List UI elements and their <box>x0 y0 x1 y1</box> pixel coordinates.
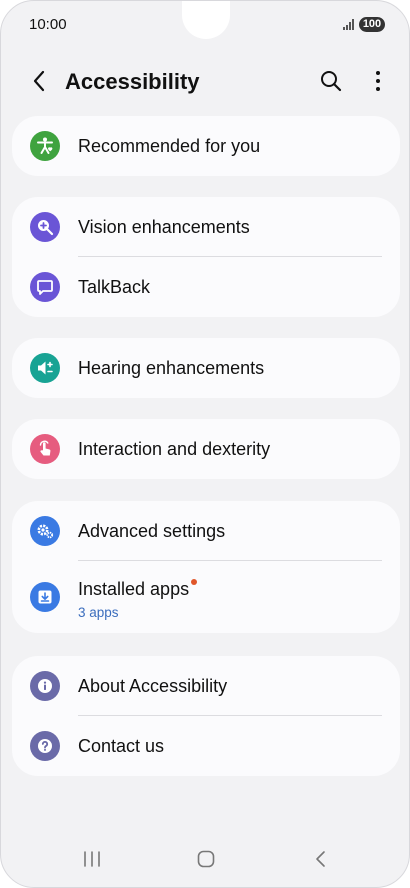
card-interaction: Interaction and dexterity <box>12 419 400 479</box>
menu-item-talkback[interactable]: TalkBack <box>12 257 400 317</box>
back-nav-icon[interactable] <box>311 849 331 869</box>
card-about: About Accessibility Contact us <box>12 656 400 776</box>
menu-item-label: Installed apps <box>78 579 190 599</box>
gears-icon <box>30 516 60 546</box>
app-header: Accessibility <box>1 59 409 105</box>
menu-item-advanced-settings[interactable]: Advanced settings <box>12 501 400 561</box>
menu-item-contact-us[interactable]: Contact us <box>12 716 400 776</box>
navigation-bar <box>1 831 409 887</box>
info-icon <box>30 671 60 701</box>
status-time: 10:00 <box>29 16 67 33</box>
recent-apps-icon[interactable] <box>82 849 102 869</box>
menu-item-sublabel: 3 apps <box>78 605 119 620</box>
card-recommended: Recommended for you <box>12 116 400 176</box>
menu-item-label: About Accessibility <box>78 676 228 696</box>
menu-item-label: Contact us <box>78 736 165 756</box>
question-icon <box>30 731 60 761</box>
back-arrow-icon[interactable] <box>27 68 53 94</box>
status-bar: 10:00 100 <box>1 1 409 47</box>
phone-screen: 10:00 100 Accessibility Recommended for … <box>0 0 410 888</box>
menu-item-label: Recommended for you <box>78 136 261 156</box>
magnifier-plus-icon <box>30 212 60 242</box>
speech-bubble-icon <box>30 272 60 302</box>
menu-item-interaction-dexterity[interactable]: Interaction and dexterity <box>12 419 400 479</box>
accessibility-person-icon <box>30 131 60 161</box>
menu-item-label: Advanced settings <box>78 521 226 541</box>
new-badge-dot <box>191 579 198 585</box>
menu-item-label: Interaction and dexterity <box>78 439 271 459</box>
card-hearing: Hearing enhancements <box>12 338 400 398</box>
search-icon[interactable] <box>319 69 343 93</box>
touch-hand-icon <box>30 434 60 464</box>
menu-item-installed-apps[interactable]: Installed apps 3 apps <box>12 561 400 633</box>
page-title: Accessibility <box>65 69 200 94</box>
home-icon[interactable] <box>196 849 216 869</box>
card-vision: Vision enhancements TalkBack <box>12 197 400 317</box>
menu-item-recommended[interactable]: Recommended for you <box>12 116 400 176</box>
speaker-plus-minus-icon <box>30 353 60 383</box>
menu-item-label: Vision enhancements <box>78 217 250 237</box>
menu-item-label: TalkBack <box>78 277 151 297</box>
more-options-icon[interactable] <box>374 69 382 93</box>
signal-icon <box>343 19 354 30</box>
menu-item-hearing-enhancements[interactable]: Hearing enhancements <box>12 338 400 398</box>
menu-item-about-accessibility[interactable]: About Accessibility <box>12 656 400 716</box>
download-icon <box>30 582 60 612</box>
menu-item-label-wrap: Installed apps <box>78 579 198 600</box>
card-advanced: Advanced settings Installed apps 3 apps <box>12 501 400 633</box>
battery-icon: 100 <box>359 17 385 32</box>
menu-item-vision-enhancements[interactable]: Vision enhancements <box>12 197 400 257</box>
menu-item-label: Hearing enhancements <box>78 358 265 378</box>
